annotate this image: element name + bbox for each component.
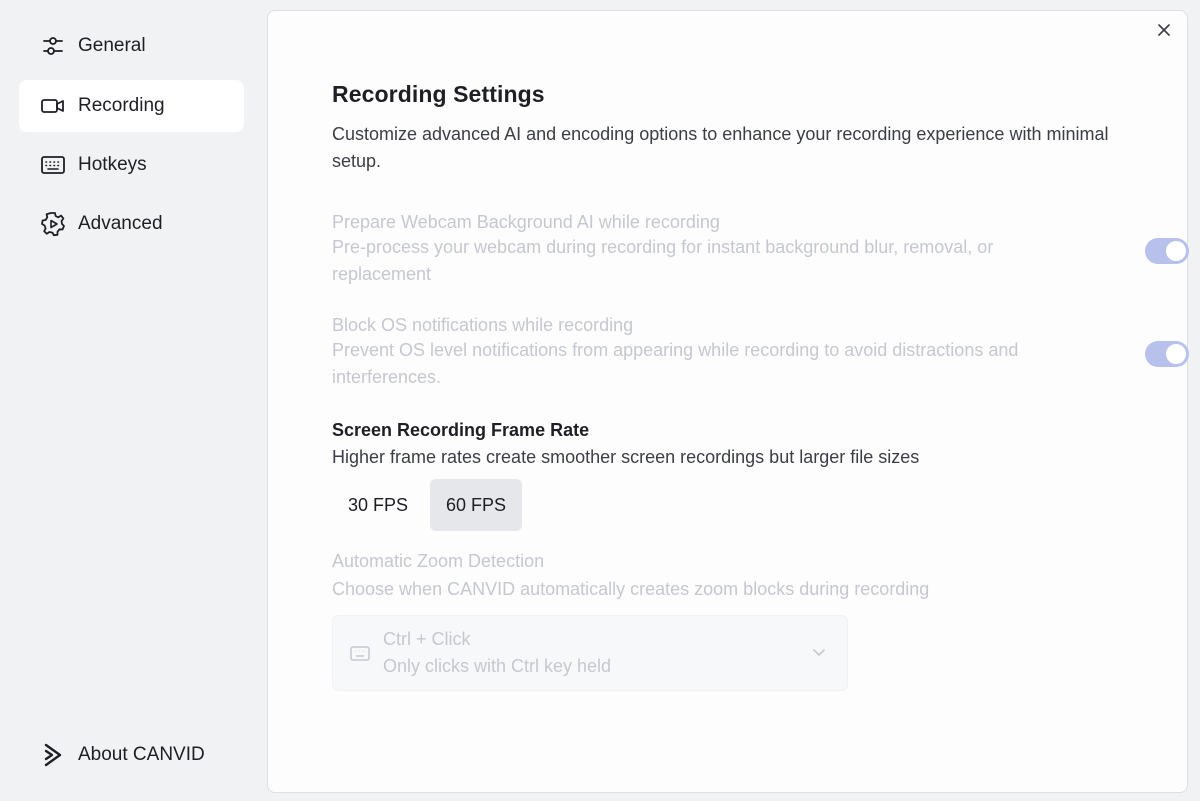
close-button[interactable] (1153, 21, 1175, 43)
settings-panel: Recording Settings Customize advanced AI… (267, 10, 1189, 793)
setting-description: Pre-process your webcam during recording… (332, 237, 994, 284)
setting-webcam-background-ai: Prepare Webcam Background AI while recor… (332, 212, 1189, 288)
frame-rate-section: Screen Recording Frame Rate Higher frame… (332, 420, 1132, 531)
sidebar-item-advanced[interactable]: Advanced (19, 198, 244, 250)
toggle-knob (1166, 241, 1186, 261)
sidebar-item-label: Recording (78, 95, 165, 116)
canvid-logo-icon (40, 742, 66, 768)
keyboard-icon (349, 642, 371, 664)
zoom-option-label: Ctrl + Click (383, 629, 471, 649)
setting-title: Block OS notifications while recording (332, 315, 634, 335)
setting-block-os-notifications: Block OS notifications while recording P… (332, 315, 1189, 391)
frame-rate-title: Screen Recording Frame Rate (332, 420, 590, 440)
settings-content: Recording Settings Customize advanced AI… (332, 81, 1189, 691)
about-canvid-link[interactable]: About CANVID (19, 729, 244, 781)
settings-window: General Recording Hotkeys Advanced About… (0, 0, 1200, 801)
close-icon (1157, 23, 1171, 42)
zoom-detection-section: Automatic Zoom Detection Choose when CAN… (332, 551, 1132, 691)
zoom-selected-value: Ctrl + Click Only clicks with Ctrl key h… (383, 626, 611, 680)
page-description: Customize advanced AI and encoding optio… (332, 124, 1109, 171)
sidebar-item-hotkeys[interactable]: Hotkeys (19, 139, 244, 191)
page-title: Recording Settings (332, 81, 545, 107)
zoom-option-sublabel: Only clicks with Ctrl key held (383, 656, 612, 676)
frame-rate-options: 30 FPS 60 FPS (332, 479, 1132, 531)
toggle-knob (1166, 344, 1186, 364)
setting-description: Prevent OS level notifications from appe… (332, 340, 1019, 387)
frame-rate-description: Higher frame rates create smoother scree… (332, 447, 920, 467)
sidebar: General Recording Hotkeys Advanced About… (0, 0, 266, 801)
sidebar-item-label: General (78, 35, 146, 56)
gear-icon (40, 211, 66, 237)
block-os-notifications-toggle[interactable] (1145, 341, 1189, 367)
zoom-detection-description: Choose when CANVID automatically creates… (332, 579, 930, 599)
sidebar-item-label: Hotkeys (78, 154, 147, 175)
fps-30-button[interactable]: 30 FPS (332, 479, 424, 531)
sidebar-item-label: Advanced (78, 213, 163, 234)
about-label: About CANVID (78, 744, 205, 765)
sliders-icon (40, 33, 66, 59)
video-camera-icon (40, 93, 66, 119)
keyboard-icon (40, 152, 66, 178)
zoom-detection-title: Automatic Zoom Detection (332, 551, 545, 571)
zoom-detection-dropdown[interactable]: Ctrl + Click Only clicks with Ctrl key h… (332, 615, 848, 691)
fps-60-button[interactable]: 60 FPS (430, 479, 523, 531)
webcam-background-ai-toggle[interactable] (1145, 238, 1189, 264)
chevron-down-icon (811, 644, 827, 660)
setting-title: Prepare Webcam Background AI while recor… (332, 212, 720, 232)
sidebar-item-general[interactable]: General (19, 20, 244, 72)
sidebar-item-recording[interactable]: Recording (19, 80, 244, 132)
